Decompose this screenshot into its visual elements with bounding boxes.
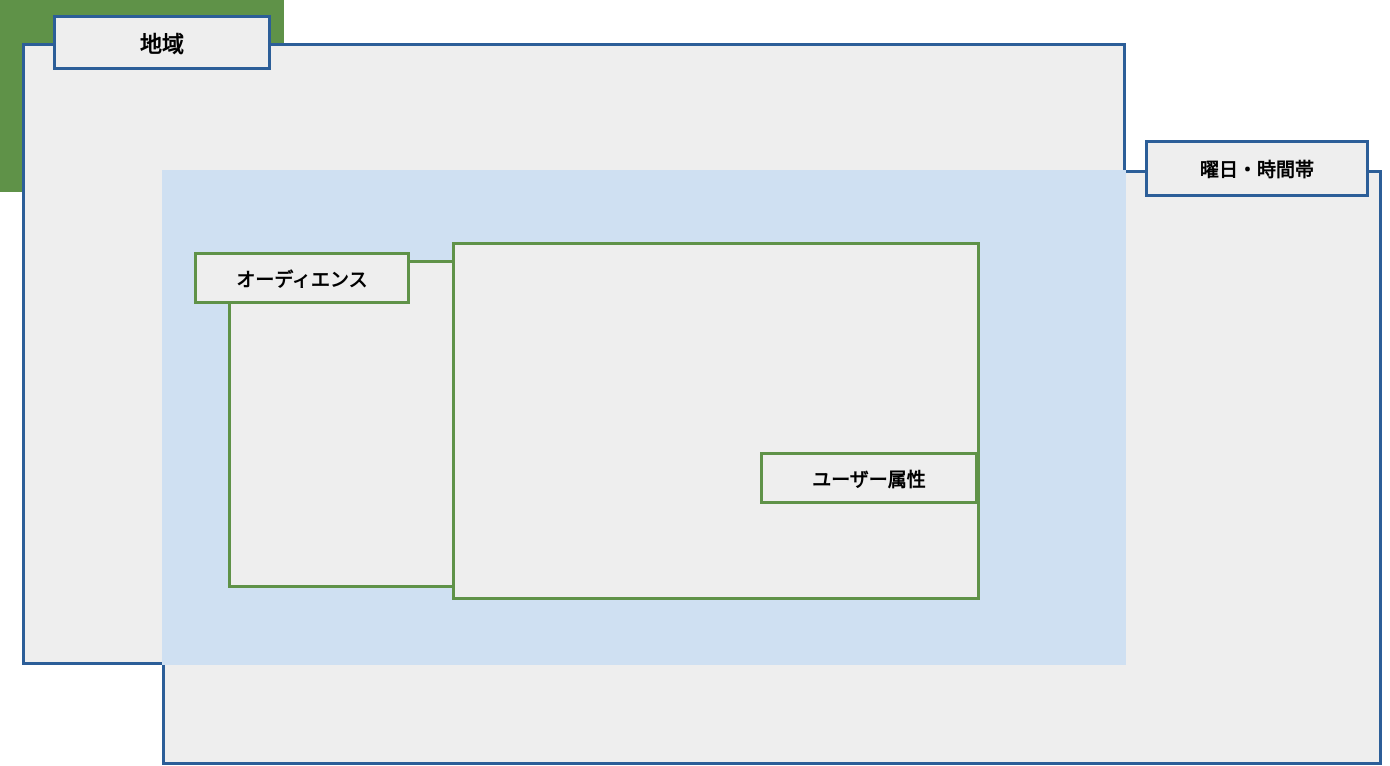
region-label: 地域 [53,15,271,70]
user-attributes-box [452,242,980,600]
audience-label: オーディエンス [194,252,410,304]
user-attributes-label: ユーザー属性 [760,452,978,504]
daytime-label: 曜日・時間帯 [1145,140,1369,197]
